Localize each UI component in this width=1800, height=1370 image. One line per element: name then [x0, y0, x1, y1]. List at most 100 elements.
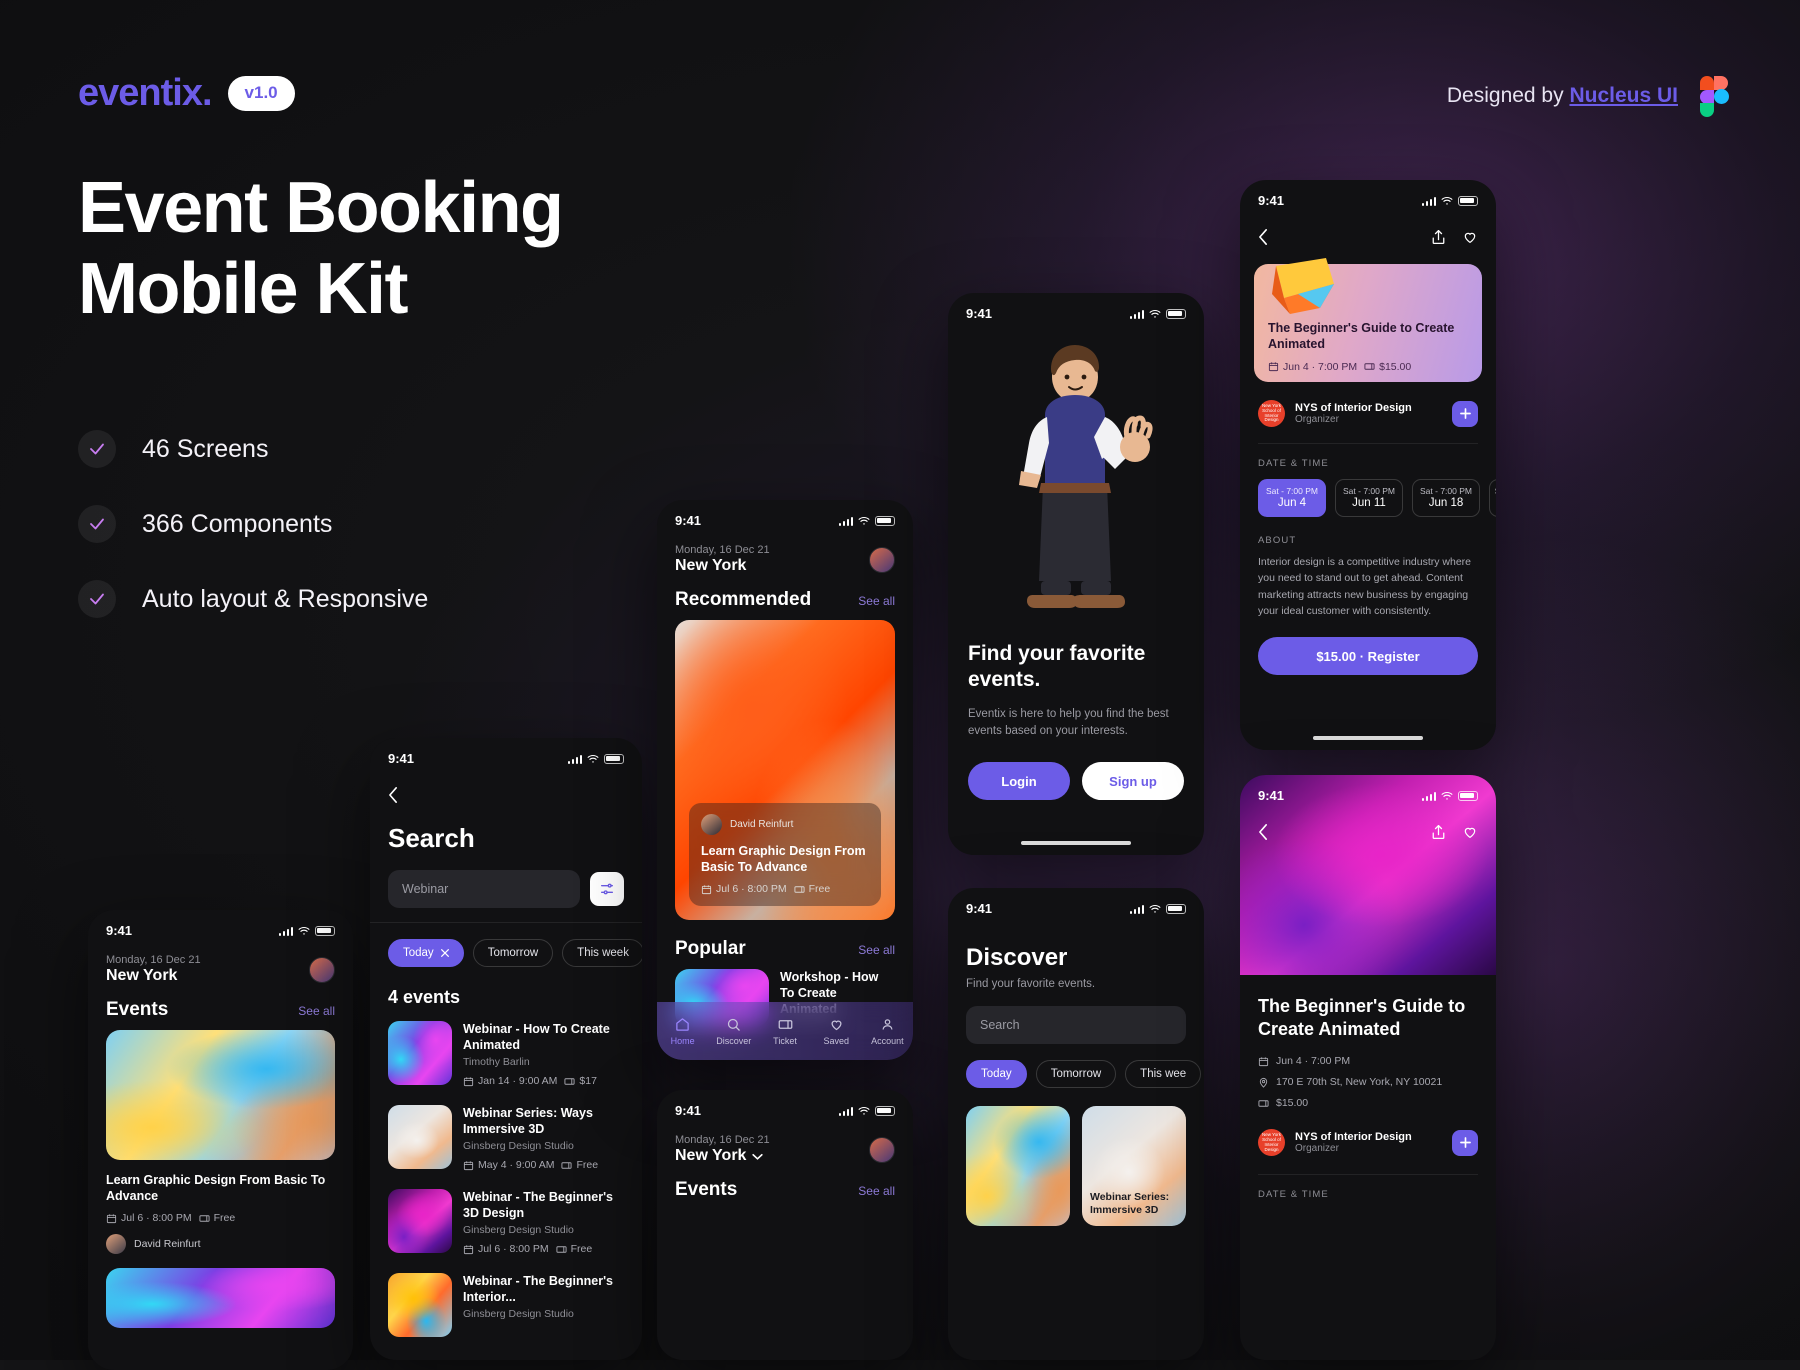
- date-option[interactable]: Sat - 7:00 PM Jun 4: [1258, 479, 1326, 517]
- phone-search: 9:41 Search Webinar Today Tomorrow This …: [370, 738, 642, 1360]
- hero-card-host: David Reinfurt: [730, 819, 794, 830]
- see-all-link[interactable]: See all: [858, 943, 895, 957]
- status-time: 9:41: [675, 1103, 702, 1118]
- filter-sliders-icon[interactable]: [590, 872, 624, 906]
- heart-icon[interactable]: [1462, 824, 1478, 840]
- page-title: Discover: [966, 944, 1068, 971]
- phone-home-partial: 9:41 Monday, 16 Dec 21 New York Events S…: [657, 1090, 913, 1360]
- recommended-hero-card[interactable]: David Reinfurt Learn Graphic Design From…: [657, 620, 913, 920]
- chevron-left-icon[interactable]: [1258, 228, 1269, 246]
- home-city: New York: [675, 1147, 747, 1164]
- status-time: 9:41: [675, 513, 702, 528]
- date-option[interactable]: Sat - 7:00 PM Jun 18: [1412, 479, 1480, 517]
- filter-chip-tomorrow[interactable]: Tomorrow: [472, 939, 554, 967]
- about-label: ABOUT: [1258, 535, 1297, 546]
- list-item[interactable]: Webinar Series: Ways Immersive 3D Ginsbe…: [388, 1096, 624, 1180]
- event-card-date: Jul 6 · 8:00 PM: [121, 1212, 192, 1224]
- avatar[interactable]: [869, 547, 895, 573]
- add-organizer-button[interactable]: [1452, 1129, 1478, 1156]
- discover-subtitle: Find your favorite events.: [966, 978, 1096, 990]
- hero-title-line1: Event Booking: [78, 168, 564, 248]
- phone-recommended: 9:41 Monday, 16 Dec 21 New York Recommen…: [657, 500, 913, 1060]
- version-badge: v1.0: [227, 76, 295, 111]
- date-option[interactable]: Sat - 7:00 PM Jun 11: [1335, 479, 1403, 517]
- list-item[interactable]: Webinar - The Beginner's 3D Design Ginsb…: [388, 1180, 624, 1264]
- nav-item-saved[interactable]: Saved: [811, 1017, 862, 1046]
- search-input[interactable]: Webinar: [388, 870, 580, 908]
- calendar-icon: [1268, 362, 1279, 372]
- add-organizer-button[interactable]: [1452, 400, 1478, 427]
- signup-button[interactable]: Sign up: [1082, 762, 1184, 800]
- date-option-time: Sa: [1490, 486, 1496, 496]
- nav-item-ticket[interactable]: Ticket: [759, 1017, 810, 1046]
- avatar[interactable]: [309, 957, 335, 983]
- battery-icon: [875, 1105, 895, 1116]
- nav-label: Home: [670, 1035, 695, 1046]
- battery-icon: [315, 925, 335, 936]
- register-button[interactable]: $15.00 · Register: [1258, 637, 1478, 676]
- close-icon[interactable]: [440, 949, 449, 957]
- filter-chip-today[interactable]: Today: [966, 1060, 1027, 1088]
- hero-title-line2: Mobile Kit: [78, 248, 408, 329]
- result-count: 4 events: [388, 987, 461, 1007]
- wifi-icon: [298, 926, 310, 935]
- see-all-link[interactable]: See all: [298, 1004, 335, 1018]
- login-button[interactable]: Login: [968, 762, 1070, 800]
- share-icon[interactable]: [1431, 229, 1446, 245]
- waving-person-3d-illustration: [948, 327, 1204, 627]
- hero-card-date: Jul 6 · 8:00 PM: [716, 883, 787, 895]
- status-bar: 9:41: [948, 293, 1204, 327]
- calendar-icon: [463, 1076, 474, 1086]
- filter-chip-tomorrow[interactable]: Tomorrow: [1035, 1060, 1117, 1088]
- battery-icon: [1458, 195, 1478, 206]
- filter-chip-this-week[interactable]: This week: [562, 939, 642, 967]
- signal-icon: [1421, 196, 1436, 206]
- list-item[interactable]: Webinar - How To Create Animated Timothy…: [388, 1012, 624, 1096]
- home-indicator: [1021, 841, 1131, 845]
- chevron-left-icon[interactable]: [1258, 823, 1269, 841]
- list-item[interactable]: Webinar - The Beginner's Interior... Gin…: [388, 1264, 624, 1346]
- discover-card[interactable]: [966, 1106, 1070, 1226]
- nav-label: Saved: [823, 1035, 849, 1046]
- status-time: 9:41: [966, 306, 993, 321]
- list-item-title: Webinar Series: Ways Immersive 3D: [463, 1106, 593, 1136]
- signal-icon: [838, 1106, 853, 1116]
- chevron-left-icon[interactable]: [388, 786, 399, 804]
- feature-label: 46 Screens: [142, 434, 269, 463]
- list-item-price: Free: [570, 1243, 593, 1255]
- avatar[interactable]: [869, 1137, 895, 1163]
- share-icon[interactable]: [1431, 824, 1446, 840]
- list-item-price: $17: [579, 1075, 597, 1087]
- status-bar: 9:41: [657, 500, 913, 534]
- nav-item-discover[interactable]: Discover: [708, 1017, 759, 1046]
- event-card-image[interactable]: [106, 1268, 335, 1328]
- status-bar: 9:41: [657, 1090, 913, 1124]
- see-all-link[interactable]: See all: [858, 594, 895, 608]
- discover-card[interactable]: Webinar Series: Immersive 3D: [1082, 1106, 1186, 1226]
- nav-item-home[interactable]: Home: [657, 1017, 708, 1046]
- filter-chip-this-week[interactable]: This wee: [1125, 1060, 1202, 1088]
- ticket-icon: [1258, 1099, 1269, 1107]
- heart-icon[interactable]: [1462, 229, 1478, 245]
- event-card[interactable]: Learn Graphic Design From Basic To Advan…: [88, 1030, 353, 1254]
- chevron-down-icon[interactable]: [752, 1153, 764, 1160]
- date-option[interactable]: Sa: [1489, 479, 1496, 517]
- filter-chip-today[interactable]: Today: [388, 939, 464, 967]
- feature-label: Auto layout & Responsive: [142, 584, 429, 613]
- home-date: Monday, 16 Dec 21: [106, 954, 201, 966]
- phone-home-events: 9:41 Monday, 16 Dec 21 New York Events S…: [88, 910, 353, 1370]
- brand-header: eventix. v1.0: [78, 72, 295, 115]
- detail-hero-date: Jun 4 · 7:00 PM: [1276, 1055, 1351, 1068]
- status-time: 9:41: [1258, 788, 1285, 803]
- credits-header: Designed by Nucleus UI: [1447, 76, 1729, 117]
- search-input[interactable]: Search: [966, 1006, 1186, 1044]
- bottom-navigation: Home Discover Ticket Saved Account: [657, 1002, 913, 1060]
- search-icon: [728, 1018, 741, 1031]
- nucleus-ui-link[interactable]: Nucleus UI: [1569, 84, 1678, 107]
- feature-label: 366 Components: [142, 509, 333, 538]
- nav-item-account[interactable]: Account: [862, 1017, 913, 1046]
- detail-hero-title: The Beginner's Guide to Create Animated: [1258, 996, 1466, 1040]
- date-option-day: Jun 4: [1277, 497, 1307, 509]
- see-all-link[interactable]: See all: [858, 1184, 895, 1198]
- home-city: New York: [106, 967, 178, 984]
